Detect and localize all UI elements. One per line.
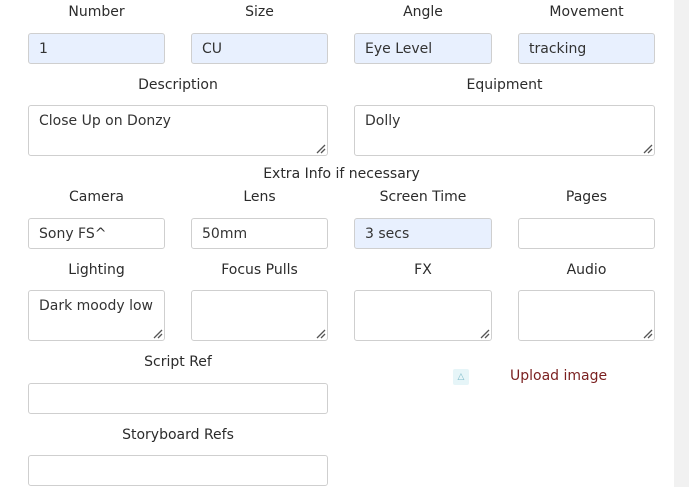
description-value: Close Up on Donzy <box>39 113 171 129</box>
screen-time-label: Screen Time <box>379 189 467 205</box>
script-ref-input[interactable] <box>28 383 328 414</box>
equipment-textarea[interactable]: Dolly <box>354 105 655 156</box>
resize-grip-icon[interactable] <box>478 327 490 339</box>
fx-textarea[interactable] <box>354 290 492 341</box>
angle-label: Angle <box>403 4 443 20</box>
fx-label: FX <box>414 262 432 278</box>
pages-label: Pages <box>565 189 608 205</box>
resize-grip-icon[interactable] <box>314 142 326 154</box>
audio-textarea[interactable] <box>518 290 655 341</box>
extra-info-label: Extra Info if necessary <box>263 166 420 182</box>
equipment-value: Dolly <box>365 113 401 129</box>
camera-input[interactable]: Sony FS^ <box>28 218 165 249</box>
script-ref-label: Script Ref <box>144 354 212 370</box>
lighting-label: Lighting <box>68 262 125 278</box>
scrollbar-track[interactable] <box>674 0 689 487</box>
storyboard-refs-input[interactable] <box>28 455 328 486</box>
description-label: Description <box>138 77 218 93</box>
audio-label: Audio <box>566 262 607 278</box>
size-label: Size <box>245 4 274 20</box>
number-input[interactable]: 1 <box>28 33 165 64</box>
lighting-value: Dark moody low <box>39 298 153 314</box>
focus-pulls-textarea[interactable] <box>191 290 328 341</box>
camera-label: Camera <box>69 189 124 205</box>
angle-input[interactable]: Eye Level <box>354 33 492 64</box>
resize-grip-icon[interactable] <box>641 142 653 154</box>
lens-input[interactable]: 50mm <box>191 218 328 249</box>
description-textarea[interactable]: Close Up on Donzy <box>28 105 328 156</box>
storyboard-refs-label: Storyboard Refs <box>122 427 234 443</box>
resize-grip-icon[interactable] <box>641 327 653 339</box>
upload-image-link[interactable]: Upload image <box>510 367 607 385</box>
equipment-label: Equipment <box>466 77 543 93</box>
resize-grip-icon[interactable] <box>314 327 326 339</box>
size-input[interactable]: CU <box>191 33 328 64</box>
resize-grip-icon[interactable] <box>151 327 163 339</box>
movement-label: Movement <box>549 4 624 20</box>
upload-icon[interactable]: △ <box>453 369 469 385</box>
lens-label: Lens <box>243 189 276 205</box>
pages-input[interactable] <box>518 218 655 249</box>
number-label: Number <box>68 4 125 20</box>
focus-pulls-label: Focus Pulls <box>221 262 298 278</box>
screen-time-input[interactable]: 3 secs <box>354 218 492 249</box>
movement-input[interactable]: tracking <box>518 33 655 64</box>
lighting-textarea[interactable]: Dark moody low <box>28 290 165 341</box>
